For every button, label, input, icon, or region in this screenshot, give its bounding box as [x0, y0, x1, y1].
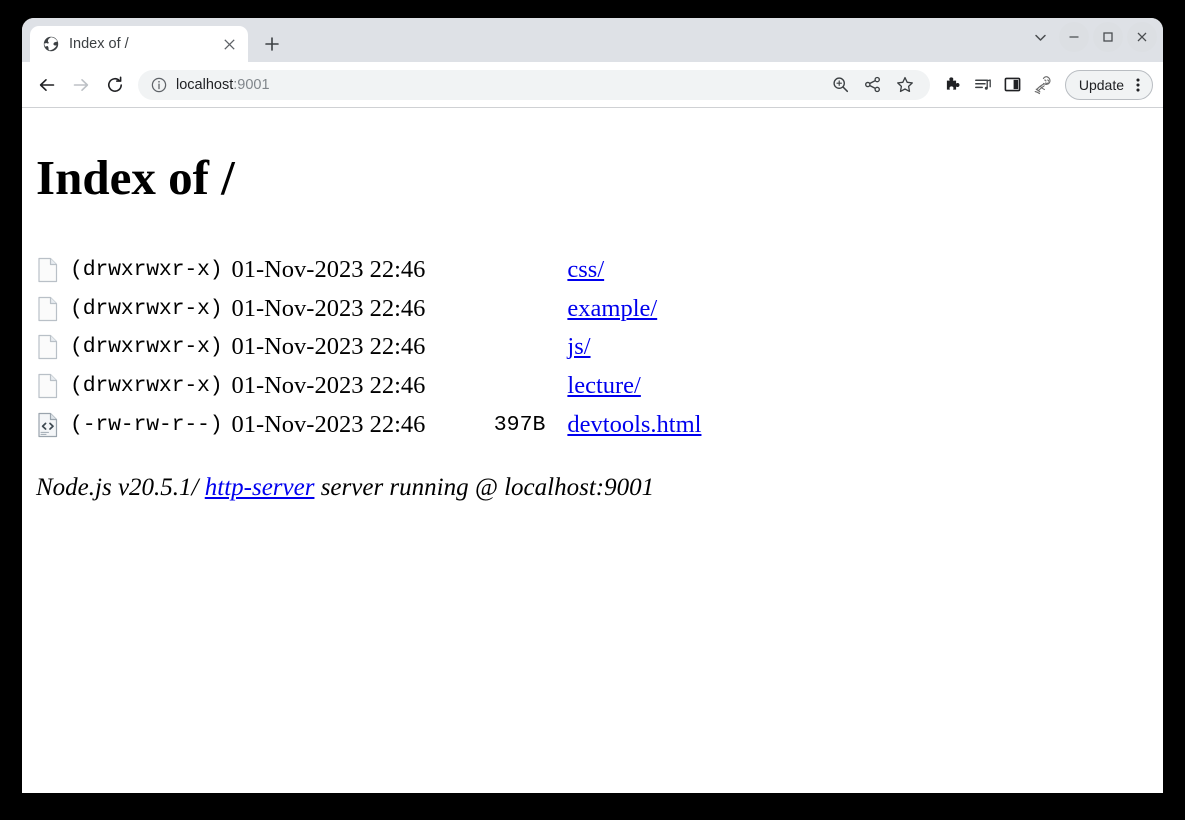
forward-arrow-icon[interactable] [66, 70, 96, 100]
window-controls [1025, 22, 1157, 52]
row-name: devtools.html [567, 411, 701, 439]
row-permissions: (drwxrwxr-x) [70, 374, 223, 399]
browser-window: Index of / localhost:9001 Update Index o… [22, 18, 1163, 793]
back-arrow-icon[interactable] [32, 70, 62, 100]
row-size: 397B [493, 412, 546, 437]
file-page-icon [36, 373, 60, 399]
table-row: (-rw-rw-r--) 01-Nov-2023 22:46 397B devt… [36, 405, 1149, 444]
close-icon[interactable] [218, 33, 240, 55]
tab-search-chevron-icon[interactable] [1025, 22, 1055, 52]
table-row: (drwxrwxr-x) 01-Nov-2023 22:46 js/ [36, 328, 1149, 367]
minimize-button[interactable] [1059, 22, 1089, 52]
globe-icon [43, 36, 59, 52]
file-link[interactable]: js/ [567, 333, 590, 360]
row-datetime: 01-Nov-2023 22:46 [231, 372, 426, 400]
update-button-label: Update [1078, 76, 1124, 93]
table-row: (drwxrwxr-x) 01-Nov-2023 22:46 lecture/ [36, 367, 1149, 406]
html-file-icon [36, 412, 60, 438]
reading-list-icon[interactable] [968, 70, 998, 100]
browser-toolbar: localhost:9001 Update [22, 62, 1163, 108]
row-name: lecture/ [567, 372, 640, 400]
file-page-icon [36, 257, 60, 283]
close-window-button[interactable] [1127, 22, 1157, 52]
table-row: (drwxrwxr-x) 01-Nov-2023 22:46 css/ [36, 251, 1149, 290]
maximize-button[interactable] [1093, 22, 1123, 52]
address-bar[interactable]: localhost:9001 [138, 69, 930, 100]
footer-prefix: Node.js v20.5.1/ [36, 473, 205, 501]
file-link[interactable]: css/ [567, 256, 604, 283]
bookmark-star-icon[interactable] [890, 70, 920, 100]
file-link[interactable]: example/ [567, 295, 657, 322]
browser-tab[interactable]: Index of / [30, 26, 248, 62]
side-panel-icon[interactable] [998, 70, 1028, 100]
file-link[interactable]: lecture/ [567, 372, 640, 399]
row-datetime: 01-Nov-2023 22:46 [231, 333, 426, 361]
row-datetime: 01-Nov-2023 22:46 [231, 410, 426, 438]
file-page-icon [36, 296, 60, 322]
row-datetime: 01-Nov-2023 22:46 [231, 294, 426, 322]
footer-suffix: server running @ localhost:9001 [314, 473, 655, 501]
info-circle-icon[interactable] [150, 76, 167, 93]
extensions-puzzle-icon[interactable] [938, 70, 968, 100]
file-page-icon [36, 334, 60, 360]
tab-title: Index of / [69, 36, 129, 52]
update-button[interactable]: Update [1064, 69, 1153, 100]
reload-icon[interactable] [100, 70, 130, 100]
row-name: js/ [567, 333, 590, 361]
zoom-in-icon[interactable] [826, 70, 856, 100]
page-title: Index of / [36, 150, 235, 205]
profile-avatar-icon[interactable] [1030, 71, 1058, 99]
row-name: css/ [567, 256, 604, 284]
row-permissions: (-rw-rw-r--) [70, 412, 223, 437]
address-bar-url: localhost:9001 [176, 77, 270, 93]
http-server-link[interactable]: http-server [205, 474, 315, 501]
table-row: (drwxrwxr-x) 01-Nov-2023 22:46 example/ [36, 290, 1149, 329]
url-port: :9001 [233, 76, 270, 93]
row-permissions: (drwxrwxr-x) [70, 335, 223, 360]
server-footer: Node.js v20.5.1/ http-server server runn… [36, 474, 1149, 502]
row-permissions: (drwxrwxr-x) [70, 296, 223, 321]
share-icon[interactable] [858, 70, 888, 100]
new-tab-button[interactable] [257, 29, 287, 59]
omnibox-actions [826, 70, 920, 100]
directory-listing: (drwxrwxr-x) 01-Nov-2023 22:46 css/ (drw… [36, 251, 1149, 444]
page-content: Index of / (drwxrwxr-x) 01-Nov-2023 22:4… [22, 108, 1163, 793]
row-name: example/ [567, 295, 657, 323]
file-link[interactable]: devtools.html [567, 411, 701, 438]
three-dot-menu-icon[interactable] [1130, 76, 1146, 94]
url-host: localhost [176, 76, 234, 93]
row-datetime: 01-Nov-2023 22:46 [231, 256, 426, 284]
row-permissions: (drwxrwxr-x) [70, 258, 223, 283]
tab-strip: Index of / [22, 18, 1163, 62]
